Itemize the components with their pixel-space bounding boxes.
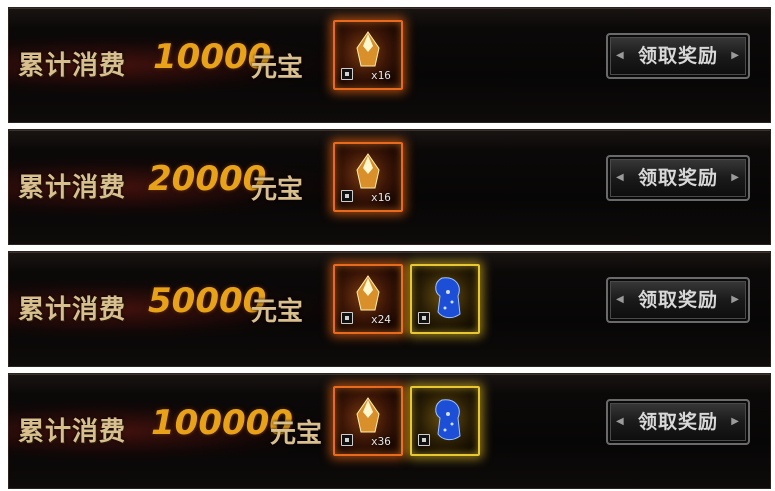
reward-row-1: 累计消费 10000 元宝 x16 ◀ 领取奖励 ▶ xyxy=(8,7,771,123)
reward-item-blue-cloak[interactable] xyxy=(410,386,480,456)
right-arrow-icon: ▶ xyxy=(731,294,740,305)
item-quantity: x24 xyxy=(371,313,391,326)
left-arrow-icon: ◀ xyxy=(616,50,625,61)
claim-reward-button[interactable]: ◀ 领取奖励 ▶ xyxy=(606,399,750,445)
item-quantity: x16 xyxy=(371,191,391,204)
claim-reward-button[interactable]: ◀ 领取奖励 ▶ xyxy=(606,33,750,79)
claim-reward-label: 领取奖励 xyxy=(637,167,718,189)
left-arrow-icon: ◀ xyxy=(616,294,625,305)
reward-item-ember-crystal[interactable]: x16 xyxy=(333,20,403,90)
lock-icon xyxy=(341,190,353,202)
spend-label: 累计消费 xyxy=(18,417,127,447)
left-arrow-icon: ◀ xyxy=(616,416,625,427)
reward-item-ember-crystal[interactable]: x24 xyxy=(333,264,403,334)
currency-unit: 元宝 xyxy=(251,297,304,327)
spend-amount: 20000 xyxy=(148,159,267,199)
lock-icon xyxy=(418,434,430,446)
spend-amount: 50000 xyxy=(148,281,267,321)
reward-item-ember-crystal[interactable]: x16 xyxy=(333,142,403,212)
claim-reward-button[interactable]: ◀ 领取奖励 ▶ xyxy=(606,277,750,323)
currency-unit: 元宝 xyxy=(251,175,304,205)
right-arrow-icon: ▶ xyxy=(731,172,740,183)
currency-unit: 元宝 xyxy=(270,419,323,449)
currency-unit: 元宝 xyxy=(251,53,304,83)
spend-label: 累计消费 xyxy=(18,51,127,81)
reward-row-4: 累计消费 100000 元宝 x36 ◀ 领取奖励 ▶ xyxy=(8,373,771,489)
claim-reward-label: 领取奖励 xyxy=(637,411,718,433)
claim-reward-label: 领取奖励 xyxy=(637,289,718,311)
reward-row-2: 累计消费 20000 元宝 x16 ◀ 领取奖励 ▶ xyxy=(8,129,771,245)
claim-reward-label: 领取奖励 xyxy=(637,45,718,67)
claim-reward-button[interactable]: ◀ 领取奖励 ▶ xyxy=(606,155,750,201)
left-arrow-icon: ◀ xyxy=(616,172,625,183)
reward-item-blue-cloak[interactable] xyxy=(410,264,480,334)
spend-label: 累计消费 xyxy=(18,295,127,325)
right-arrow-icon: ▶ xyxy=(731,416,740,427)
reward-item-ember-crystal[interactable]: x36 xyxy=(333,386,403,456)
reward-row-3: 累计消费 50000 元宝 x24 ◀ 领取奖励 ▶ xyxy=(8,251,771,367)
lock-icon xyxy=(341,68,353,80)
item-quantity: x16 xyxy=(371,69,391,82)
right-arrow-icon: ▶ xyxy=(731,50,740,61)
lock-icon xyxy=(418,312,430,324)
spend-label: 累计消费 xyxy=(18,173,127,203)
lock-icon xyxy=(341,434,353,446)
lock-icon xyxy=(341,312,353,324)
item-quantity: x36 xyxy=(371,435,391,448)
